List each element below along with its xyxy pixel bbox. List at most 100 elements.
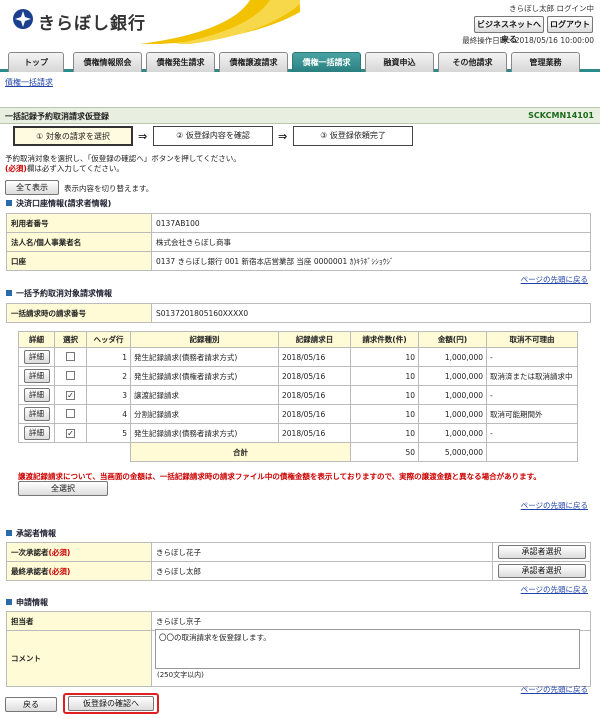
reason: -: [486, 385, 578, 405]
label-account: 口座: [6, 251, 152, 271]
total-label: 合計: [130, 442, 351, 462]
amount: 1,000,000: [418, 347, 487, 367]
reason: -: [486, 423, 578, 443]
instruction-line-2: (必須)欄は必ず入力してください。: [5, 164, 124, 173]
highlight-frame: [63, 693, 159, 714]
arrow-icon: ⇒: [138, 130, 148, 143]
request-date: 2018/05/16: [278, 404, 351, 424]
section-heading-target: 一括予約取消対象請求情報: [6, 288, 112, 299]
value-user-number: 0137AB100: [151, 213, 591, 233]
back-button[interactable]: 戻る: [5, 697, 57, 712]
approver-table: 一次承認者(必須) きらぼし花子 承認者選択 最終承認者(必須) きらぼし太郎 …: [6, 542, 591, 581]
request-count: 10: [350, 385, 419, 405]
comment-limit: (250文字以内): [157, 671, 204, 679]
col-amount: 金額(円): [418, 331, 487, 348]
tab-management[interactable]: 管理業務: [511, 52, 580, 72]
col-header-row: ヘッダ行: [86, 331, 131, 348]
target-list-table: 詳細 選択 ヘッダ行 記録種別 記録請求日 請求件数(件) 金額(円) 取消不可…: [18, 331, 578, 462]
logout-button[interactable]: ログアウト: [547, 16, 593, 33]
bank-name: きらぼし銀行: [38, 14, 146, 34]
login-user: きらぼし太郎 ログイン中: [509, 4, 594, 13]
label-corp-name: 法人名/個人事業者名: [6, 232, 152, 252]
total-row: 合計 50 5,000,000: [19, 442, 578, 462]
tab-bulk-request[interactable]: 債権一括請求: [292, 52, 361, 72]
subnav-bulk-request-link[interactable]: 債権一括請求: [5, 77, 53, 88]
record-type: 分割記録請求: [130, 404, 279, 424]
screen-id: SCKCMN14101: [528, 111, 594, 120]
select-checkbox[interactable]: [66, 408, 75, 418]
request-date: 2018/05/16: [278, 366, 351, 386]
amount: 1,000,000: [418, 366, 487, 386]
back-to-biznet-button[interactable]: ビジネスネットへ戻る: [474, 16, 544, 44]
reason: 取消済または取消請求中: [486, 366, 578, 386]
record-type: 発生記録請求(債権者請求方式): [130, 366, 279, 386]
request-number-table: 一括請求時の請求番号 S0137201805160XXXX0: [6, 303, 591, 323]
section-heading-application: 申請情報: [6, 597, 48, 608]
step-2: ② 仮登録内容を確認: [153, 126, 273, 146]
table-row: 詳細 ✓ 3 譲渡記録請求 2018/05/16 10 1,000,000 -: [18, 385, 578, 405]
bank-logo-icon: [13, 9, 33, 29]
request-date: 2018/05/16: [278, 423, 351, 443]
total-amount: 5,000,000: [418, 442, 487, 462]
value-first-approver: きらぼし花子: [151, 542, 493, 562]
row-number: 1: [86, 347, 131, 367]
page-top-link[interactable]: ページの先頭に戻る: [521, 500, 588, 511]
label-person: 担当者: [6, 611, 152, 631]
section-heading-approver: 承認者情報: [6, 528, 56, 539]
record-type: 発生記録請求(債務者請求方式): [130, 423, 279, 443]
account-table: 利用者番号 0137AB100 法人名/個人事業者名 株式会社きらぼし商事 口座 01…: [6, 213, 591, 271]
row-number: 4: [86, 404, 131, 424]
tab-claim-transfer[interactable]: 債権譲渡請求: [219, 52, 288, 72]
label-first-approver: 一次承認者(必須): [6, 542, 152, 562]
select-final-approver-button[interactable]: 承認者選択: [497, 564, 586, 578]
label-user-number: 利用者番号: [6, 213, 152, 233]
section-heading-account: 決済口座情報(請求者情報): [6, 198, 111, 209]
page-top-link[interactable]: ページの先頭に戻る: [521, 584, 588, 595]
request-date: 2018/05/16: [278, 385, 351, 405]
detail-button[interactable]: 詳細: [23, 388, 50, 402]
select-first-approver-button[interactable]: 承認者選択: [497, 545, 586, 559]
record-type: 譲渡記録請求: [130, 385, 279, 405]
step-1: ① 対象の請求を選択: [13, 126, 133, 146]
tab-financing[interactable]: 融資申込: [365, 52, 434, 72]
col-record-type: 記録種別: [130, 331, 279, 348]
table-row: 詳細 4 分割記録請求 2018/05/16 10 1,000,000 取消可能…: [18, 404, 578, 424]
total-count: 50: [350, 442, 419, 462]
amount: 1,000,000: [418, 423, 487, 443]
value-person: きらぼし京子: [151, 611, 591, 631]
select-checkbox[interactable]: [66, 370, 75, 380]
tab-claim-issue[interactable]: 債権発生請求: [146, 52, 215, 72]
page-top-link[interactable]: ページの先頭に戻る: [521, 684, 588, 695]
value-corp-name: 株式会社きらぼし商事: [151, 232, 591, 252]
reason: 取消可能期間外: [486, 404, 578, 424]
page-top-link[interactable]: ページの先頭に戻る: [521, 274, 588, 285]
reason: -: [486, 347, 578, 367]
tab-top[interactable]: トップ: [8, 52, 64, 72]
detail-button[interactable]: 詳細: [23, 350, 50, 364]
detail-button[interactable]: 詳細: [23, 407, 50, 421]
select-checkbox[interactable]: [66, 351, 75, 361]
col-reason: 取消不可理由: [486, 331, 578, 348]
col-select: 選択: [54, 331, 87, 348]
step-3: ③ 仮登録依頼完了: [293, 126, 413, 146]
label-comment: コメント: [6, 630, 152, 687]
select-checkbox-checked[interactable]: ✓: [66, 428, 75, 438]
request-count: 10: [350, 366, 419, 386]
value-final-approver: きらぼし太郎: [151, 561, 493, 581]
select-checkbox-checked[interactable]: ✓: [66, 390, 75, 400]
detail-button[interactable]: 詳細: [23, 426, 50, 440]
comment-textarea[interactable]: 〇〇の取消請求を仮登録します。: [155, 629, 580, 669]
col-request-date: 記録請求日: [278, 331, 351, 348]
label-request-number: 一括請求時の請求番号: [6, 303, 152, 323]
show-all-text: 表示内容を切り替えます。: [64, 184, 154, 193]
tab-other-requests[interactable]: その他請求: [438, 52, 507, 72]
show-all-button[interactable]: 全て表示: [5, 180, 59, 195]
amount: 1,000,000: [418, 404, 487, 424]
tab-claim-inquiry[interactable]: 債権情報照会: [73, 52, 142, 72]
record-type: 発生記録請求(債務者請求方式): [130, 347, 279, 367]
arrow-icon: ⇒: [278, 130, 288, 143]
detail-button[interactable]: 詳細: [23, 369, 50, 383]
col-count: 請求件数(件): [350, 331, 419, 348]
row-number: 2: [86, 366, 131, 386]
select-all-button[interactable]: 全選択: [18, 481, 108, 496]
